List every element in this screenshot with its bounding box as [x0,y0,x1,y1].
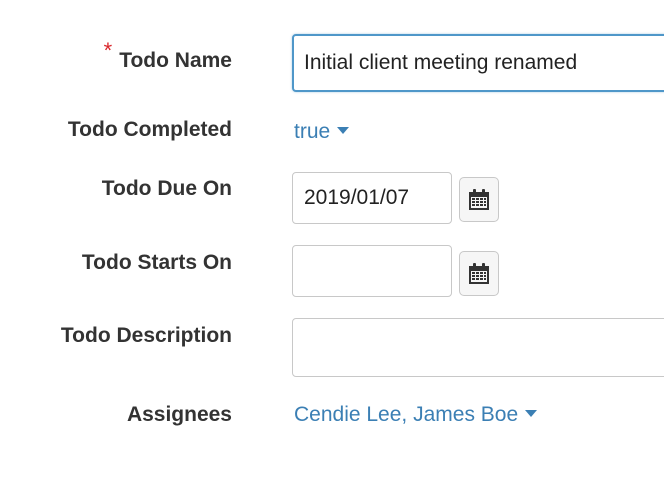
required-asterisk: * [103,38,113,63]
todo-due-on-input[interactable]: 2019/01/07 [292,172,452,224]
caret-down-icon [337,126,350,134]
todo-due-on-label: Todo Due On [101,177,232,200]
assignees-dropdown[interactable]: Cendie Lee, James Boe [294,402,538,428]
todo-description-input[interactable] [292,318,664,377]
starts-on-calendar-button[interactable] [459,251,499,296]
todo-starts-on-label: Todo Starts On [81,251,232,274]
todo-starts-on-input[interactable] [292,245,452,297]
todo-completed-label: Todo Completed [67,118,232,141]
todo-name-label: * Todo Name [103,38,232,73]
calendar-icon [469,262,489,284]
todo-description-label: Todo Description [60,324,232,347]
caret-down-icon [525,409,538,417]
due-on-calendar-button[interactable] [459,177,499,222]
calendar-icon [469,188,489,210]
todo-name-input[interactable]: Initial client meeting renamed [292,34,664,92]
assignees-label: Assignees [126,403,232,426]
todo-completed-dropdown[interactable]: true [294,119,350,145]
